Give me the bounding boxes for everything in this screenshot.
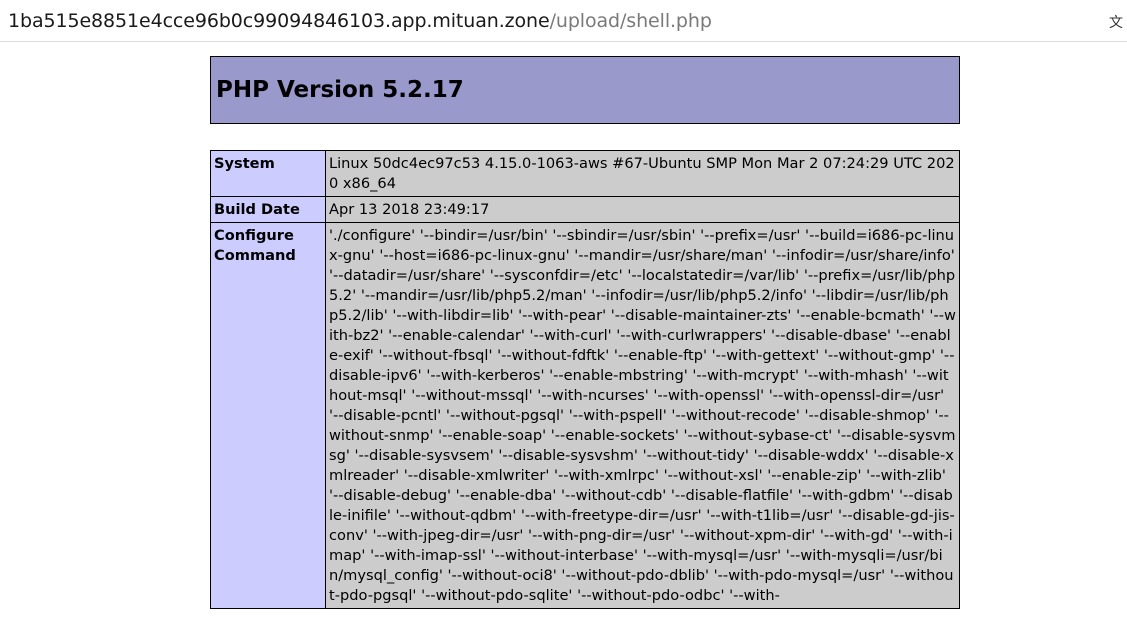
url-path: /upload/shell.php bbox=[549, 10, 712, 32]
php-version-header: PHP Version 5.2.17 bbox=[210, 56, 960, 124]
url-host: 1ba515e8851e4cce96b0c99094846103.app.mit… bbox=[8, 10, 550, 32]
address-bar[interactable]: 1ba515e8851e4cce96b0c99094846103.app.mit… bbox=[0, 0, 1127, 42]
row-label: Configure Command bbox=[210, 222, 326, 609]
table-row: Build Date Apr 13 2018 23:49:17 bbox=[210, 196, 960, 223]
svg-text:文: 文 bbox=[1109, 15, 1123, 31]
phpinfo-page: PHP Version 5.2.17 System Linux 50dc4ec9… bbox=[210, 56, 960, 609]
table-row: System Linux 50dc4ec97c53 4.15.0-1063-aw… bbox=[210, 150, 960, 197]
row-label: System bbox=[210, 150, 326, 197]
row-value: './configure' '--bindir=/usr/bin' '--sbi… bbox=[325, 222, 960, 609]
translate-icon[interactable]: 文 bbox=[1109, 12, 1127, 32]
table-row: Configure Command './configure' '--bindi… bbox=[210, 222, 960, 609]
row-label: Build Date bbox=[210, 196, 326, 223]
page-title: PHP Version 5.2.17 bbox=[216, 77, 464, 103]
url-text[interactable]: 1ba515e8851e4cce96b0c99094846103.app.mit… bbox=[8, 9, 712, 33]
row-value: Linux 50dc4ec97c53 4.15.0-1063-aws #67-U… bbox=[325, 150, 960, 197]
row-value: Apr 13 2018 23:49:17 bbox=[325, 196, 960, 223]
info-table: System Linux 50dc4ec97c53 4.15.0-1063-aw… bbox=[210, 150, 960, 609]
